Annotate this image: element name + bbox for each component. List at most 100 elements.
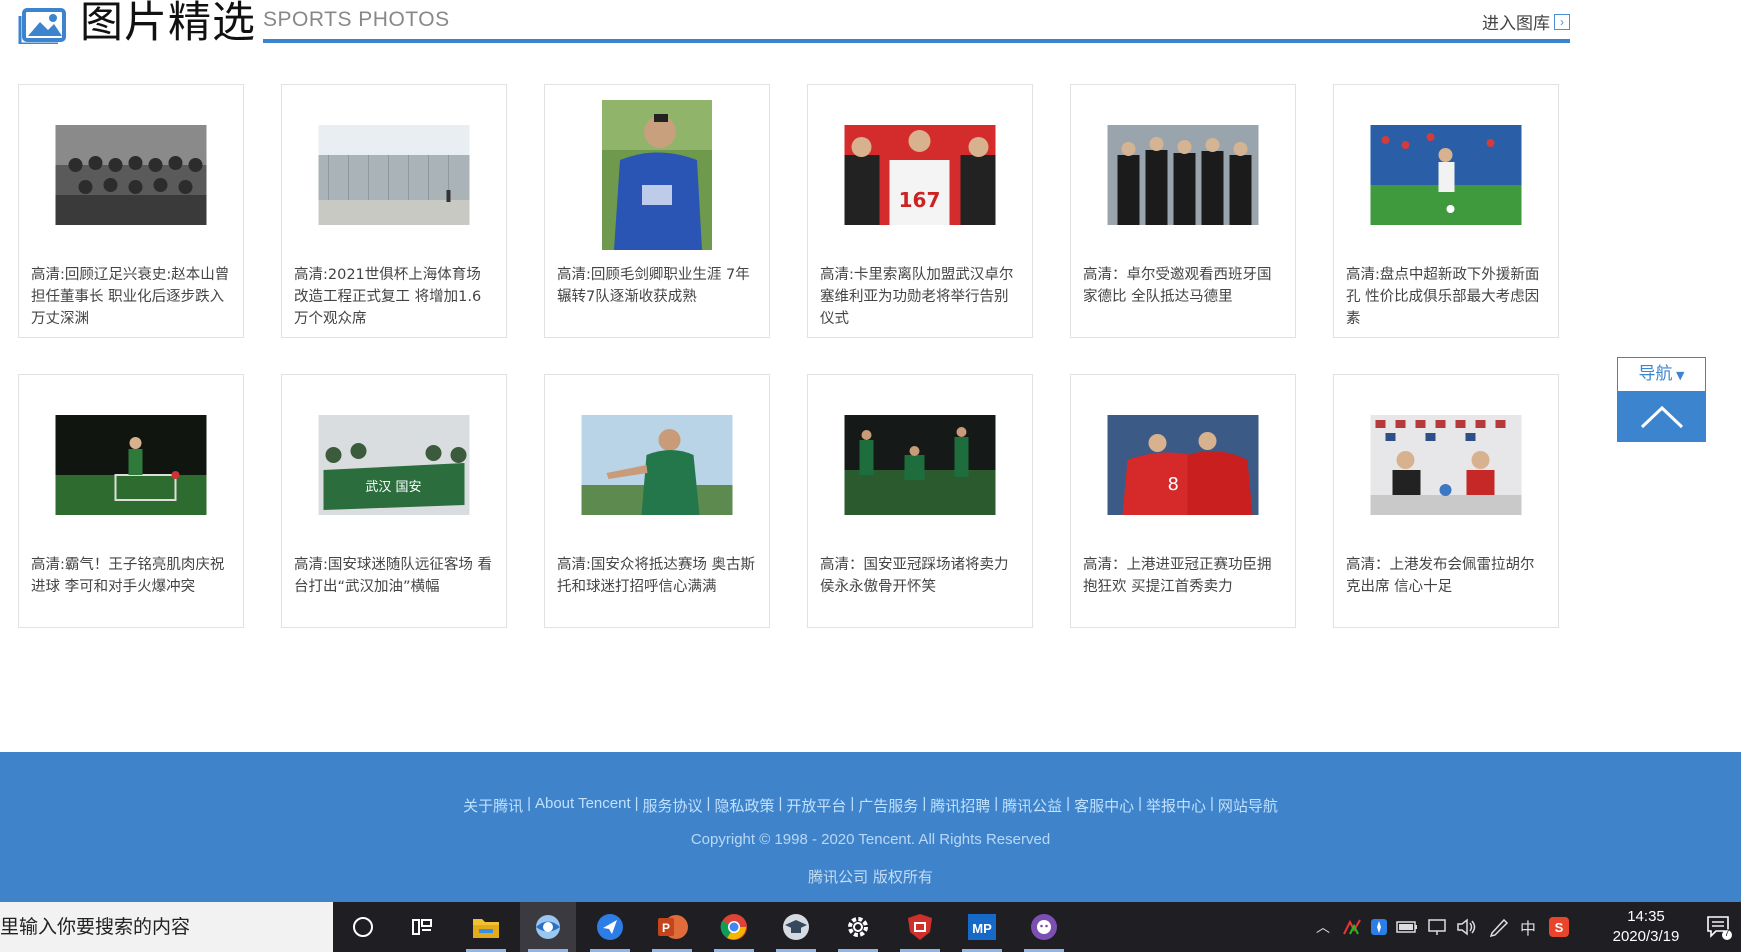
footer-link[interactable]: 腾讯招聘 bbox=[926, 795, 994, 816]
cortana-icon[interactable] bbox=[335, 902, 391, 952]
browser-icon[interactable] bbox=[520, 902, 576, 952]
svg-text:P: P bbox=[662, 921, 670, 935]
photo-card[interactable]: 高清:国安众将抵达赛场 奥古斯托和球迷打招呼信心满满 bbox=[544, 374, 770, 628]
photo-caption[interactable]: 高清:2021世俱杯上海体育场改造工程正式复工 将增加1.6万个观众席 bbox=[294, 264, 494, 330]
floating-nav: 导航 ▼ bbox=[1617, 357, 1706, 442]
battery-icon[interactable] bbox=[1396, 919, 1418, 935]
photo-card[interactable]: 高清:盘点中超新政下外援新面孔 性价比成俱乐部最大考虑因素 bbox=[1333, 84, 1559, 338]
section-header: 图片精选 SPORTS PHOTOS 进入图库 › bbox=[16, 0, 1570, 46]
nav-menu-label[interactable]: 导航 bbox=[1639, 364, 1673, 384]
svg-text:167: 167 bbox=[899, 188, 941, 212]
photo-card[interactable]: 高清:2021世俱杯上海体育场改造工程正式复工 将增加1.6万个观众席 bbox=[281, 84, 507, 338]
taskbar-search-input[interactable]: 里输入你要搜索的内容 bbox=[0, 902, 333, 952]
mp-icon[interactable]: MP bbox=[954, 902, 1010, 952]
chevron-up-icon[interactable]: ︿ bbox=[1316, 917, 1330, 937]
photo-thumbnail[interactable] bbox=[1370, 415, 1522, 515]
volume-icon[interactable] bbox=[1456, 918, 1478, 936]
gallery-link[interactable]: 进入图库 › bbox=[1482, 9, 1570, 34]
photo-caption[interactable]: 高清:卡里索离队加盟武汉卓尔 塞维利亚为功勋老将举行告别仪式 bbox=[820, 264, 1020, 330]
bluetooth-app-icon[interactable] bbox=[1370, 918, 1388, 936]
photo-thumbnail[interactable] bbox=[581, 415, 733, 515]
nav-menu-button[interactable]: 导航 ▼ bbox=[1617, 357, 1706, 392]
settings-icon[interactable] bbox=[830, 902, 886, 952]
github-icon[interactable] bbox=[1016, 902, 1072, 952]
photo-thumbnail[interactable]: 武汉 国安 bbox=[318, 415, 470, 515]
photo-thumbnail[interactable] bbox=[1107, 125, 1259, 225]
photo-caption[interactable]: 高清：上港进亚冠正赛功臣拥抱狂欢 买提江首秀卖力 bbox=[1083, 554, 1283, 598]
caret-down-icon[interactable]: ▼ bbox=[1673, 369, 1684, 382]
photo-thumbnail[interactable]: 8 bbox=[1107, 415, 1259, 515]
photo-thumbnail[interactable] bbox=[318, 125, 470, 225]
footer-link[interactable]: 客服中心 bbox=[1070, 795, 1138, 816]
clock-date[interactable]: 2020/3/19 bbox=[1601, 927, 1691, 947]
notification-badge: 7 bbox=[1724, 928, 1730, 938]
header-divider bbox=[263, 39, 1570, 43]
photo-thumbnail[interactable] bbox=[844, 415, 996, 515]
system-tray: ︿ 中 S bbox=[1316, 902, 1596, 952]
education-icon[interactable] bbox=[768, 902, 824, 952]
task-view-icon[interactable] bbox=[394, 902, 450, 952]
photo-thumbnail[interactable] bbox=[1370, 125, 1522, 225]
footer-link[interactable]: 隐私政策 bbox=[710, 795, 778, 816]
photo-card[interactable]: 高清：卓尔受邀观看西班牙国家德比 全队抵达马德里 bbox=[1070, 84, 1296, 338]
footer-link[interactable]: 广告服务 bbox=[854, 795, 922, 816]
footer-link[interactable]: 服务协议 bbox=[639, 795, 707, 816]
svg-text:MP: MP bbox=[972, 921, 992, 936]
ime-indicator[interactable]: 中 bbox=[1520, 915, 1536, 939]
footer-link[interactable]: 开放平台 bbox=[782, 795, 850, 816]
notification-center-icon[interactable]: 7 bbox=[1706, 914, 1732, 940]
svg-text:8: 8 bbox=[1168, 474, 1179, 495]
pen-icon[interactable] bbox=[1488, 917, 1510, 937]
copyright-text: Copyright © 1998 - 2020 Tencent. All Rig… bbox=[690, 831, 1051, 848]
svg-text:武汉 国安: 武汉 国安 bbox=[365, 480, 421, 495]
photo-thumbnail[interactable] bbox=[602, 100, 712, 250]
clock-time[interactable]: 14:35 bbox=[1601, 907, 1691, 927]
page-title: 图片精选 bbox=[80, 0, 256, 48]
network-activity-icon[interactable] bbox=[1342, 918, 1362, 936]
photo-caption[interactable]: 高清:回顾辽足兴衰史:赵本山曾担任董事长 职业化后逐步跌入万丈深渊 bbox=[31, 264, 231, 330]
photo-caption[interactable]: 高清：上港发布会佩雷拉胡尔克出席 信心十足 bbox=[1346, 554, 1546, 598]
chevron-right-icon[interactable]: › bbox=[1554, 13, 1570, 30]
taskbar-clock[interactable]: 14:35 2020/3/19 bbox=[1601, 907, 1691, 947]
photo-thumbnail[interactable] bbox=[55, 125, 207, 225]
sogou-input-icon[interactable]: S bbox=[1548, 916, 1570, 938]
photo-card[interactable]: 高清:回顾毛剑卿职业生涯 7年辗转7队逐渐收获成熟 bbox=[544, 84, 770, 338]
chrome-icon[interactable] bbox=[706, 902, 762, 952]
site-footer: 关于腾讯 | About Tencent | 服务协议 | 隐私政策 | 开放平台 | 广告服务 | 腾… bbox=[0, 752, 1741, 902]
windows-taskbar: 里输入你要搜索的内容 P MP ︿ 中 S 14:35 2020/3/19 7 bbox=[0, 902, 1741, 952]
photo-thumbnail[interactable] bbox=[55, 415, 207, 515]
network-icon[interactable] bbox=[1426, 918, 1448, 936]
footer-link[interactable]: About Tencent bbox=[531, 795, 635, 816]
photo-card[interactable]: 高清:回顾辽足兴衰史:赵本山曾担任董事长 职业化后逐步跌入万丈深渊 bbox=[18, 84, 244, 338]
photo-thumbnail[interactable]: 167 bbox=[844, 125, 996, 225]
back-to-top-button[interactable] bbox=[1617, 392, 1706, 442]
feishu-icon[interactable] bbox=[582, 902, 638, 952]
photo-card[interactable]: 167 高清:卡里索离队加盟武汉卓尔 塞维利亚为功勋老将举行告别仪式 bbox=[807, 84, 1033, 338]
photo-caption[interactable]: 高清：卓尔受邀观看西班牙国家德比 全队抵达马德里 bbox=[1083, 264, 1283, 308]
svg-text:S: S bbox=[1555, 920, 1564, 935]
photo-card[interactable]: 高清：上港发布会佩雷拉胡尔克出席 信心十足 bbox=[1333, 374, 1559, 628]
footer-link[interactable]: 举报中心 bbox=[1142, 795, 1210, 816]
photo-gallery-icon bbox=[18, 8, 66, 44]
photo-card[interactable]: 8 高清：上港进亚冠正赛功臣拥抱狂欢 买提江首秀卖力 bbox=[1070, 374, 1296, 628]
footer-link[interactable]: 关于腾讯 bbox=[459, 795, 527, 816]
photo-caption[interactable]: 高清:国安球迷随队远征客场 看台打出“武汉加油”横幅 bbox=[294, 554, 494, 598]
security-icon[interactable] bbox=[892, 902, 948, 952]
photo-caption[interactable]: 高清:回顾毛剑卿职业生涯 7年辗转7队逐渐收获成熟 bbox=[557, 264, 757, 308]
file-explorer-icon[interactable] bbox=[458, 902, 514, 952]
photo-caption[interactable]: 高清:国安众将抵达赛场 奥古斯托和球迷打招呼信心满满 bbox=[557, 554, 757, 598]
page-subtitle: SPORTS PHOTOS bbox=[263, 8, 450, 31]
gallery-link-label[interactable]: 进入图库 bbox=[1482, 9, 1550, 34]
photo-card[interactable]: 高清:霸气！王子铭亮肌肉庆祝进球 李可和对手火爆冲突 bbox=[18, 374, 244, 628]
photo-caption[interactable]: 高清:霸气！王子铭亮肌肉庆祝进球 李可和对手火爆冲突 bbox=[31, 554, 231, 598]
company-text: 腾讯公司 版权所有 bbox=[808, 868, 933, 886]
footer-link[interactable]: 腾讯公益 bbox=[998, 795, 1066, 816]
photo-card[interactable]: 武汉 国安 高清:国安球迷随队远征客场 看台打出“武汉加油”横幅 bbox=[281, 374, 507, 628]
footer-links: 关于腾讯 | About Tencent | 服务协议 | 隐私政策 | 开放平台 | 广告服务 | 腾… bbox=[0, 795, 1741, 816]
footer-link[interactable]: 网站导航 bbox=[1214, 795, 1282, 816]
chevron-up-icon[interactable] bbox=[1639, 404, 1685, 430]
photo-caption[interactable]: 高清:盘点中超新政下外援新面孔 性价比成俱乐部最大考虑因素 bbox=[1346, 264, 1546, 330]
photo-card[interactable]: 高清：国安亚冠踩场诸将卖力 侯永永傲骨开怀笑 bbox=[807, 374, 1033, 628]
photo-caption[interactable]: 高清：国安亚冠踩场诸将卖力 侯永永傲骨开怀笑 bbox=[820, 554, 1020, 598]
powerpoint-icon[interactable]: P bbox=[644, 902, 700, 952]
